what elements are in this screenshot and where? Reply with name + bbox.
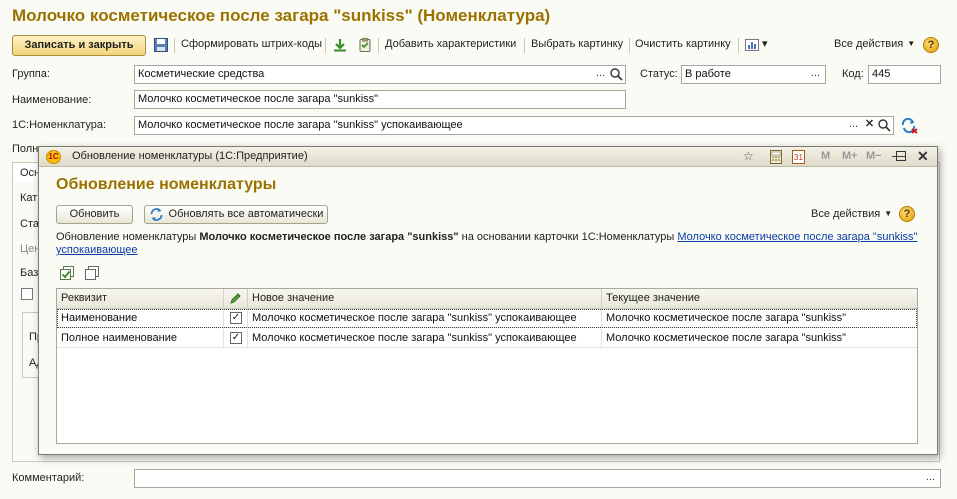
name-label: Наименование: <box>12 94 92 106</box>
update-nomenclature-dialog: 1С Обновление номенклатуры (1С:Предприят… <box>38 146 938 455</box>
toolbar-separator <box>738 38 739 53</box>
apply-cell: ✓ <box>224 329 248 348</box>
dialog-all-actions-menu[interactable]: Все действия ▼ <box>811 208 892 220</box>
group-value: Косметические средства <box>138 68 265 80</box>
favorite-icon[interactable]: ☆ <box>743 149 754 163</box>
dialog-titlebar: 1С Обновление номенклатуры (1С:Предприят… <box>39 147 937 167</box>
select-ellipsis-button[interactable]: ... <box>846 118 861 133</box>
base-label-fragment: Баз <box>20 267 39 279</box>
toolbar-separator <box>325 38 326 53</box>
attribute-cell: Полное наименование <box>57 329 224 348</box>
apply-checkbox[interactable]: ✓ <box>230 332 242 344</box>
status-label: Статус: <box>640 68 678 80</box>
chevron-down-icon[interactable]: ▾ <box>762 37 768 50</box>
new-value-cell: Молочко косметическое после загара "sunk… <box>248 309 602 328</box>
generate-barcodes-button[interactable]: Сформировать штрих-коды <box>181 38 322 50</box>
select-ellipsis-button[interactable]: ... <box>923 471 938 486</box>
all-actions-label: Все действия <box>834 38 904 50</box>
onec-nomenclature-field[interactable]: Молочко косметическое после загара "sunk… <box>134 116 894 135</box>
toolbar-separator <box>629 38 630 53</box>
current-value-cell: Молочко косметическое после загара "sunk… <box>606 312 847 324</box>
check-all-icon[interactable] <box>59 265 75 281</box>
status-value: В работе <box>685 68 731 80</box>
table-header: Реквизит Новое значение Текущее значение <box>57 289 917 309</box>
info-item-name: Молочко косметическое после загара "sunk… <box>199 231 459 243</box>
refresh-icon <box>150 208 163 221</box>
update-button[interactable]: Обновить <box>56 205 133 224</box>
attribute-cell: Наименование <box>57 309 224 328</box>
toolbar-separator <box>378 38 379 53</box>
memory-minus-icon[interactable]: M− <box>866 150 882 162</box>
select-ellipsis-button[interactable]: ... <box>593 67 608 82</box>
memory-plus-icon[interactable]: M+ <box>842 150 858 162</box>
info-prefix: Обновление номенклатуры <box>56 231 200 243</box>
report-chart-icon[interactable] <box>744 37 760 53</box>
maximize-icon[interactable] <box>896 151 906 161</box>
onec-nomenclature-label: 1С:Номенклатура: <box>12 119 106 131</box>
clear-picture-button[interactable]: Очистить картинку <box>635 38 731 50</box>
sync-icon[interactable] <box>900 117 918 134</box>
clear-icon[interactable]: ✕ <box>862 118 877 133</box>
download-icon[interactable] <box>332 37 348 53</box>
dialog-all-actions-label: Все действия <box>811 208 881 220</box>
name-field[interactable]: Молочко косметическое после загара "sunk… <box>134 90 626 109</box>
close-icon[interactable]: ✕ <box>917 148 929 165</box>
chevron-down-icon: ▼ <box>907 39 916 48</box>
calculator-icon[interactable] <box>769 150 783 164</box>
chevron-down-icon: ▼ <box>884 209 893 218</box>
apply-checkbox[interactable]: ✓ <box>230 312 242 324</box>
toolbar-separator <box>524 38 525 53</box>
column-header-new-value[interactable]: Новое значение <box>248 289 602 309</box>
search-icon[interactable] <box>877 118 892 133</box>
dialog-heading: Обновление номенклатуры <box>56 176 277 193</box>
group-field[interactable]: Косметические средства ... <box>134 65 626 84</box>
new-value-cell: Молочко косметическое после загара "sunk… <box>248 329 602 348</box>
add-characteristics-button[interactable]: Добавить характеристики <box>385 38 516 50</box>
dialog-help-icon[interactable]: ? <box>899 206 915 222</box>
status-field[interactable]: В работе ... <box>681 65 826 84</box>
calendar-icon[interactable]: 31 <box>792 150 805 164</box>
attributes-table: Реквизит Новое значение Текущее значение… <box>56 288 918 444</box>
dialog-info-text: Обновление номенклатуры Молочко косметич… <box>56 231 926 257</box>
apply-cell: ✓ <box>224 309 248 328</box>
column-header-apply[interactable] <box>224 289 248 309</box>
onec-logo-icon: 1С <box>46 150 61 164</box>
toolbar-separator <box>174 38 175 53</box>
help-icon[interactable]: ? <box>923 37 939 53</box>
pencil-icon <box>230 293 241 304</box>
rate-label-fragment: Ста <box>20 218 39 230</box>
onec-nomenclature-value: Молочко косметическое после загара "sunk… <box>138 119 463 131</box>
group-label: Группа: <box>12 68 50 80</box>
current-value-cell: Молочко косметическое после загара "sunk… <box>606 332 847 344</box>
code-field[interactable]: 445 <box>868 65 941 84</box>
column-header-attribute[interactable]: Реквизит <box>57 289 224 309</box>
window-title: Молочко косметическое после загара "sunk… <box>12 6 551 25</box>
full-name-label-fragment: Полн <box>12 143 39 155</box>
auto-update-all-label: Обновлять все автоматически <box>168 208 324 220</box>
search-icon[interactable] <box>609 67 624 82</box>
table-row[interactable]: Полное наименование ✓ Молочко косметичес… <box>57 329 917 348</box>
comment-label: Комментарий: <box>12 472 85 484</box>
clipboard-icon[interactable] <box>357 37 373 53</box>
table-row[interactable]: Наименование ✓ Молочко косметическое пос… <box>57 309 917 328</box>
obscured-checkbox[interactable] <box>21 288 33 300</box>
main-toolbar: Записать и закрыть Сформировать штрих-ко… <box>12 34 946 56</box>
save-icon[interactable] <box>153 37 169 53</box>
category-label-fragment: Кат <box>20 192 38 204</box>
info-middle: на основании карточки 1С:Номенклатуры <box>458 231 678 243</box>
save-and-close-button[interactable]: Записать и закрыть <box>12 35 146 56</box>
all-actions-menu[interactable]: Все действия ▼ <box>834 38 915 50</box>
code-label: Код: <box>842 68 864 80</box>
comment-field[interactable]: ... <box>134 469 941 488</box>
dialog-title: Обновление номенклатуры (1С:Предприятие) <box>72 150 308 162</box>
uncheck-all-icon[interactable] <box>84 265 100 281</box>
auto-update-all-button[interactable]: Обновлять все автоматически <box>144 205 328 224</box>
select-ellipsis-button[interactable]: ... <box>808 67 823 82</box>
choose-picture-button[interactable]: Выбрать картинку <box>531 38 623 50</box>
memory-m-icon[interactable]: M <box>821 150 830 162</box>
column-header-current-value[interactable]: Текущее значение <box>602 289 919 309</box>
